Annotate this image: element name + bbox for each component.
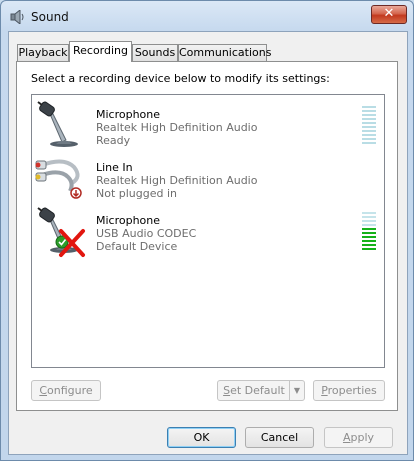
meter-segment [362,240,376,242]
sound-dialog-window: Sound ✕ Playback Recording Sounds Commun… [0,0,414,461]
meter-segment [362,244,376,246]
device-item-microphone-usb[interactable]: Microphone USB Audio CODEC Default Devic… [32,206,384,258]
meter-segment [362,134,376,136]
instruction-text: Select a recording device below to modif… [31,72,330,85]
meter-segment [362,122,376,124]
recording-tab-panel: Select a recording device below to modif… [16,61,398,411]
apply-button[interactable]: Apply [324,427,393,448]
chevron-down-icon[interactable]: ▼ [289,381,304,400]
device-status: Not plugged in [96,187,178,200]
title-bar[interactable]: Sound ✕ [1,1,413,31]
device-driver: Realtek High Definition Audio [96,121,258,134]
device-name: Microphone [96,108,161,121]
meter-segment [362,224,376,226]
apply-accelerator: A [342,431,351,444]
meter-segment [362,126,376,128]
meter-segment [362,110,376,112]
device-name: Line In [96,161,133,174]
properties-button[interactable]: Properties [313,380,385,401]
device-list[interactable]: Microphone Realtek High Definition Audio… [31,94,385,368]
meter-segment [362,248,376,250]
meter-segment [362,106,376,108]
set-default-button[interactable]: Set Default ▼ [217,380,305,401]
ok-button[interactable]: OK [167,427,236,448]
microphone-icon [37,101,78,147]
apply-label: pply [350,431,375,444]
meter-segment [362,236,376,238]
tab-recording[interactable]: Recording [69,41,132,62]
configure-label: onfigure [47,384,93,397]
meter-segment [362,118,376,120]
properties-label: roperties [327,384,377,397]
device-driver: USB Audio CODEC [96,227,197,240]
meter-segment [362,232,376,234]
meter-segment [362,212,376,214]
meter-segment [362,138,376,140]
set-default-label: et Default [230,384,285,397]
device-driver: Realtek High Definition Audio [96,174,258,187]
tab-sounds[interactable]: Sounds [132,44,178,61]
line-in-jack-icon [35,159,82,199]
cancel-button[interactable]: Cancel [245,427,314,448]
meter-segment [362,130,376,132]
device-status: Default Device [96,240,178,253]
window-title: Sound [31,10,69,24]
tab-playback[interactable]: Playback [17,44,69,61]
configure-accelerator: C [39,384,48,397]
tab-communications[interactable]: Communications [178,44,271,61]
level-meter [362,106,376,148]
meter-segment [362,220,376,222]
speaker-icon [10,10,24,24]
device-item-line-in[interactable]: Line In Realtek High Definition Audio No… [32,153,384,205]
device-name: Microphone [96,214,161,227]
device-item-microphone-realtek[interactable]: Microphone Realtek High Definition Audio… [32,100,384,152]
meter-segment [362,216,376,218]
configure-button[interactable]: Configure [31,380,101,401]
meter-segment [362,114,376,116]
meter-segment [362,142,376,144]
dialog-client-area: Playback Recording Sounds Communications… [8,31,408,455]
close-button[interactable]: ✕ [371,5,407,24]
device-status: Ready [96,134,131,147]
meter-segment [362,228,376,230]
level-meter [362,212,376,254]
disconnected-x-icon [59,229,85,257]
